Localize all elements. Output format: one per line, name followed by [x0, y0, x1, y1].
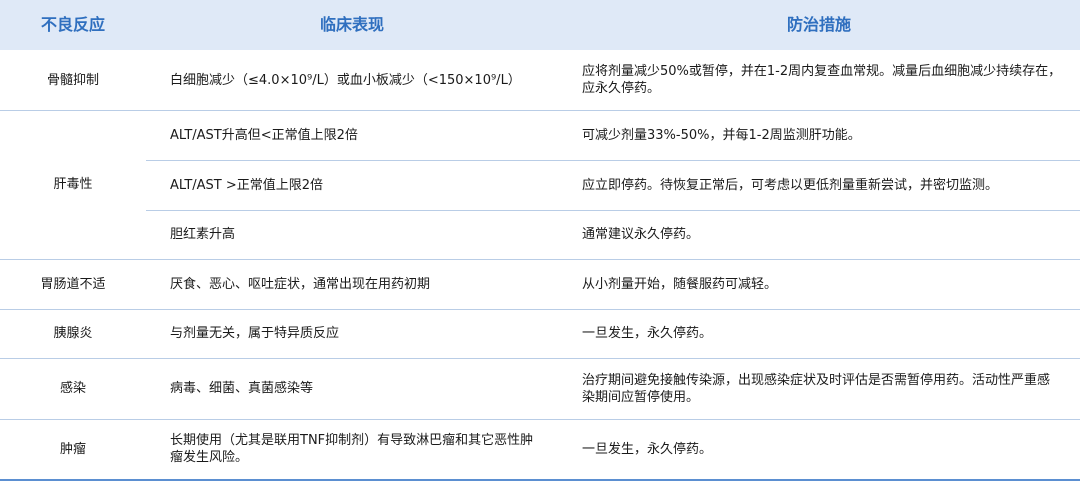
category-cell: 肿瘤 — [59, 441, 86, 457]
manifestation-cell: ALT/AST升高但<正常值上限2倍 — [170, 127, 358, 143]
measure-cell: 治疗期间避免接触传染源，出现感染症状及时评估是否需暂停用药。活动性严重感染期间应… — [582, 372, 1051, 405]
manifestation-cell: 厌食、恶心、呕吐症状，通常出现在用药初期 — [170, 276, 431, 292]
measure-cell: 从小剂量开始，随餐服药可减轻。 — [582, 276, 778, 292]
category-cell: 胃肠道不适 — [40, 276, 106, 292]
measure-cell: 通常建议永久停药。 — [582, 227, 700, 242]
measure-cell: 一旦发生，永久停药。 — [582, 441, 713, 457]
header-adverse-reaction: 不良反应 — [40, 15, 105, 34]
header-prevention-treatment: 防治措施 — [786, 15, 851, 34]
table-header: 不良反应 临床表现 防治措施 — [0, 0, 1080, 50]
measure-cell: 应将剂量减少50%或暂停，并在1-2周内复查血常规。减量后血细胞减少持续存在，应… — [582, 64, 1062, 96]
adverse-reaction-table: 不良反应 临床表现 防治措施 骨髓抑制 白细胞减少（≤4.0×10⁹/L）或血小… — [0, 0, 1080, 481]
manifestation-cell: 白细胞减少（≤4.0×10⁹/L）或血小板减少（<150×10⁹/L） — [170, 72, 521, 88]
measure-cell: 一旦发生，永久停药。 — [582, 326, 713, 341]
header-clinical-manifestation: 临床表现 — [319, 15, 384, 34]
measure-cell: 可减少剂量33%-50%，并每1-2周监测肝功能。 — [582, 127, 861, 143]
category-cell: 肝毒性 — [53, 177, 93, 192]
category-cell: 感染 — [59, 381, 86, 396]
manifestation-cell: 胆红素升高 — [170, 227, 236, 242]
manifestation-cell: ALT/AST >正常值上限2倍 — [170, 177, 324, 193]
manifestation-cell: 病毒、细菌、真菌感染等 — [170, 381, 314, 396]
category-cell: 胰腺炎 — [53, 326, 93, 341]
category-cell: 骨髓抑制 — [46, 72, 99, 88]
manifestation-cell: 与剂量无关，属于特异质反应 — [170, 326, 340, 341]
measure-cell: 应立即停药。待恢复正常后，可考虑以更低剂量重新尝试，并密切监测。 — [582, 177, 999, 193]
manifestation-cell: 长期使用（尤其是联用TNF抑制剂）有导致淋巴瘤和其它恶性肿瘤发生风险。 — [170, 433, 534, 465]
